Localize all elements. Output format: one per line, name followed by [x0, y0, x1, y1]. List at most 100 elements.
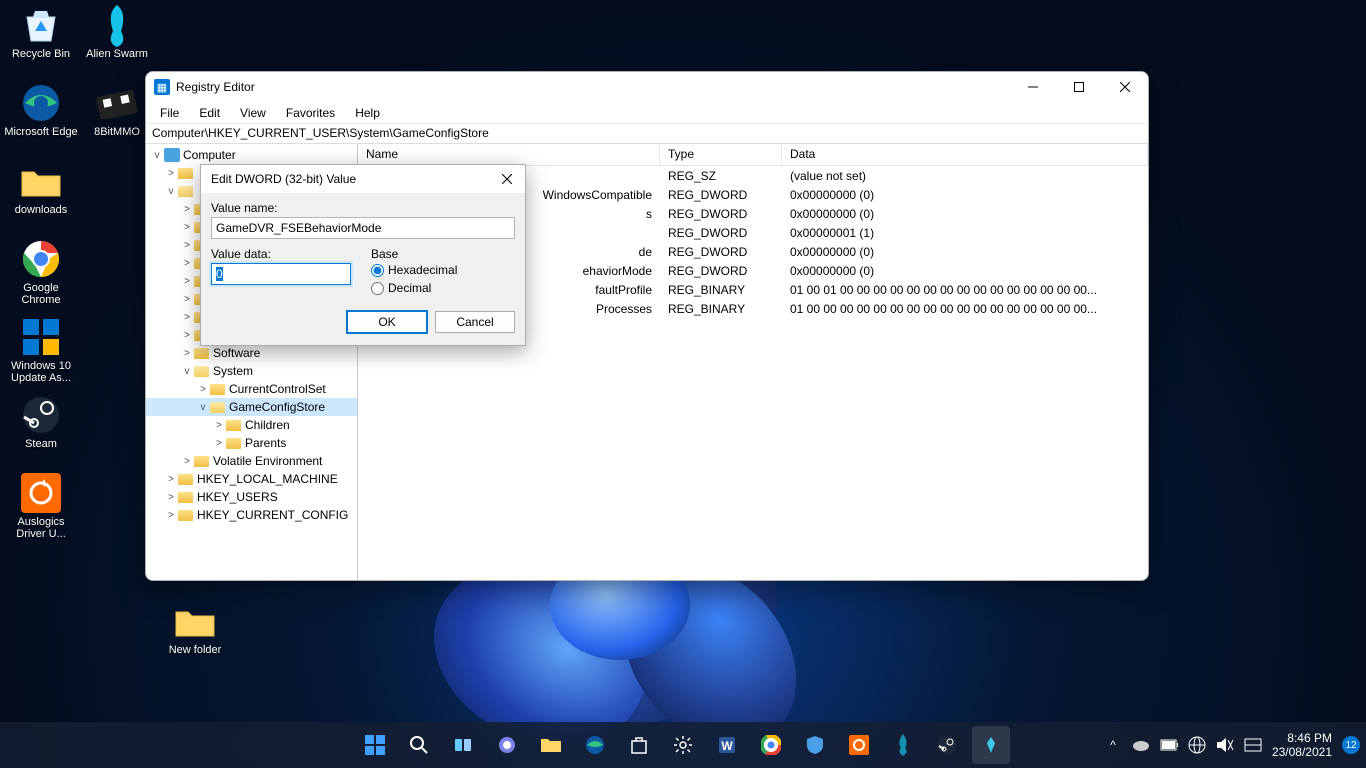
folder-icon	[194, 346, 210, 360]
menubar: FileEditViewFavoritesHelp	[146, 102, 1148, 124]
chrome-icon[interactable]	[752, 726, 790, 764]
desktop-icon-windows-10-update-as-[interactable]: Windows 10 Update As...	[4, 312, 78, 390]
desktop-icon-auslogics-driver-u-[interactable]: Auslogics Driver U...	[4, 468, 78, 546]
language-icon[interactable]	[1244, 736, 1262, 754]
tree-item-currentcontrolset[interactable]: >CurrentControlSet	[146, 380, 357, 398]
menu-view[interactable]: View	[230, 104, 276, 122]
folder-icon	[178, 490, 194, 504]
tree-root[interactable]: v Computer	[146, 146, 357, 164]
tray-chevron-icon[interactable]: ^	[1104, 736, 1122, 754]
folder-icon	[174, 600, 216, 642]
list-header: Name Type Data	[358, 144, 1148, 166]
folder-icon	[194, 454, 210, 468]
expand-icon[interactable]: v	[196, 402, 210, 413]
chrome-icon	[20, 238, 62, 280]
expand-icon[interactable]: >	[212, 420, 226, 431]
expand-icon[interactable]: >	[164, 510, 178, 521]
folder-icon	[20, 160, 62, 202]
app-icon-orange[interactable]	[840, 726, 878, 764]
desktop-icon-microsoft-edge[interactable]: Microsoft Edge	[4, 78, 78, 156]
chevron-down-icon[interactable]: v	[150, 150, 164, 161]
onedrive-icon[interactable]	[1132, 736, 1150, 754]
app-icon-flame[interactable]	[884, 726, 922, 764]
tree-item-parents[interactable]: >Parents	[146, 434, 357, 452]
tree-item-hkey-current-config[interactable]: >HKEY_CURRENT_CONFIG	[146, 506, 357, 524]
svg-text:W: W	[721, 739, 733, 753]
word-icon[interactable]: W	[708, 726, 746, 764]
desktop-icon-steam[interactable]: Steam	[4, 390, 78, 468]
desktop-icon-recycle-bin[interactable]: Recycle Bin	[4, 0, 78, 78]
alien-icon	[96, 4, 138, 46]
tree-item-volatile-environment[interactable]: >Volatile Environment	[146, 452, 357, 470]
desktop-icon-alien-swarm[interactable]: Alien Swarm	[80, 0, 154, 78]
close-button[interactable]	[1102, 72, 1148, 102]
desktop-icon-google-chrome[interactable]: Google Chrome	[4, 234, 78, 312]
expand-icon[interactable]: >	[164, 474, 178, 485]
settings-icon[interactable]	[664, 726, 702, 764]
store-icon[interactable]	[620, 726, 658, 764]
auslogics-icon	[20, 472, 62, 514]
steam-icon[interactable]	[928, 726, 966, 764]
base-label: Base	[371, 247, 515, 261]
tree-item-hkey-users[interactable]: >HKEY_USERS	[146, 488, 357, 506]
folder-icon	[210, 382, 226, 396]
radio-hexadecimal[interactable]: Hexadecimal	[371, 263, 515, 277]
tree-item-software[interactable]: >Software	[146, 344, 357, 362]
desktop-icon-downloads[interactable]: downloads	[4, 156, 78, 234]
computer-icon	[164, 148, 180, 162]
edge-icon[interactable]	[576, 726, 614, 764]
folder-icon	[210, 400, 226, 414]
tree-item-system[interactable]: vSystem	[146, 362, 357, 380]
radio-decimal[interactable]: Decimal	[371, 281, 515, 295]
value-data-field[interactable]	[211, 263, 351, 285]
battery-icon[interactable]	[1160, 736, 1178, 754]
start-button[interactable]	[356, 726, 394, 764]
file-explorer-icon[interactable]	[532, 726, 570, 764]
titlebar[interactable]: ▦ Registry Editor	[146, 72, 1148, 102]
maximize-button[interactable]	[1056, 72, 1102, 102]
task-view-button[interactable]	[444, 726, 482, 764]
menu-file[interactable]: File	[150, 104, 189, 122]
menu-edit[interactable]: Edit	[189, 104, 230, 122]
expand-icon[interactable]: >	[180, 456, 194, 467]
chat-icon[interactable]	[488, 726, 526, 764]
minimize-button[interactable]	[1010, 72, 1056, 102]
edit-dword-dialog: Edit DWORD (32-bit) Value Value name: Va…	[200, 164, 526, 346]
address-bar[interactable]: Computer\HKEY_CURRENT_USER\System\GameCo…	[146, 124, 1148, 144]
steam-icon	[20, 394, 62, 436]
dialog-close-button[interactable]	[489, 165, 525, 193]
system-tray: ^ 8:46 PM 23/08/2021 12	[1104, 731, 1360, 760]
search-button[interactable]	[400, 726, 438, 764]
network-icon[interactable]	[1188, 736, 1206, 754]
header-name[interactable]: Name	[358, 144, 660, 165]
security-icon[interactable]	[796, 726, 834, 764]
expand-icon[interactable]: v	[180, 366, 194, 377]
menu-favorites[interactable]: Favorites	[276, 104, 345, 122]
folder-icon	[178, 472, 194, 486]
regedit-icon: ▦	[154, 79, 170, 95]
tree-item-gameconfigstore[interactable]: vGameConfigStore	[146, 398, 357, 416]
volume-icon[interactable]	[1216, 736, 1234, 754]
folder-icon	[178, 508, 194, 522]
desktop-icon-new-folder[interactable]: New folder	[158, 596, 232, 674]
notification-badge[interactable]: 12	[1342, 736, 1360, 754]
tree-item-hkey-local-machine[interactable]: >HKEY_LOCAL_MACHINE	[146, 470, 357, 488]
8bit-icon	[96, 82, 138, 124]
expand-icon[interactable]: >	[164, 492, 178, 503]
expand-icon[interactable]: >	[196, 384, 210, 395]
tree-item-children[interactable]: >Children	[146, 416, 357, 434]
taskbar-clock[interactable]: 8:46 PM 23/08/2021	[1272, 731, 1332, 760]
expand-icon[interactable]: >	[180, 348, 194, 359]
value-name-field[interactable]	[211, 217, 515, 239]
dialog-title: Edit DWORD (32-bit) Value	[211, 172, 489, 186]
expand-icon[interactable]: >	[212, 438, 226, 449]
dialog-titlebar[interactable]: Edit DWORD (32-bit) Value	[201, 165, 525, 193]
header-type[interactable]: Type	[660, 144, 782, 165]
taskbar: W ^ 8:46 PM 23/08/2021 12	[0, 722, 1366, 768]
menu-help[interactable]: Help	[345, 104, 390, 122]
cancel-button[interactable]: Cancel	[435, 311, 515, 333]
app-icon-active[interactable]	[972, 726, 1010, 764]
ok-button[interactable]: OK	[347, 311, 427, 333]
header-data[interactable]: Data	[782, 144, 1148, 165]
desktop-icon-8bitmmo[interactable]: 8BitMMO	[80, 78, 154, 156]
